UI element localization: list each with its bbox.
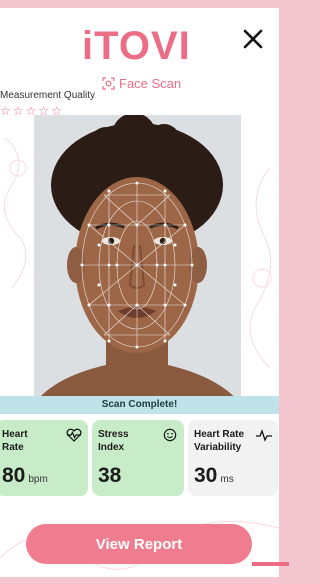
subtitle-text: Face Scan bbox=[119, 76, 182, 91]
metric-value: 38 bbox=[98, 464, 121, 488]
itovi-logo: iTOVI bbox=[82, 24, 191, 68]
metric-label-line2: Rate bbox=[2, 442, 24, 453]
metric-number: 30 bbox=[194, 464, 218, 487]
face-scan-icon bbox=[102, 77, 115, 90]
metric-unit: bpm bbox=[28, 474, 48, 485]
metric-value: 80 bpm bbox=[2, 464, 48, 488]
header: iTOVI Face Scan bbox=[0, 18, 279, 98]
metric-number: 80 bbox=[2, 464, 26, 487]
face-scan-subtitle: Face Scan bbox=[102, 76, 181, 91]
star-icon: ☆ bbox=[0, 104, 11, 118]
measurement-quality-label: Measurement Quality bbox=[0, 90, 96, 101]
metric-value: 30 ms bbox=[194, 464, 234, 488]
smiley-icon bbox=[163, 428, 177, 442]
heartbeat-icon bbox=[66, 428, 82, 442]
metric-unit: ms bbox=[220, 474, 234, 485]
decorative-pattern bbox=[249, 167, 272, 369]
view-report-button[interactable]: View Report bbox=[26, 524, 252, 564]
face-scan-image bbox=[34, 115, 241, 404]
close-icon bbox=[243, 29, 263, 49]
scan-status-banner: Scan Complete! bbox=[0, 396, 279, 414]
stress-index-card[interactable]: Stress Index 38 bbox=[92, 420, 184, 496]
hrv-card[interactable]: Heart Rate Variability 30 ms bbox=[188, 420, 278, 496]
metric-label-line2: Variability bbox=[194, 442, 242, 453]
metric-number: 38 bbox=[98, 464, 122, 487]
decorative-accent-bar bbox=[252, 562, 289, 566]
face-illustration bbox=[34, 115, 241, 404]
metric-label-line2: Index bbox=[98, 442, 125, 453]
close-button[interactable] bbox=[240, 26, 266, 52]
pulse-icon bbox=[256, 429, 272, 442]
app-screen: iTOVI Face Scan Measurement Quality ☆ ☆ … bbox=[0, 8, 279, 577]
heart-rate-card[interactable]: Heart Rate 80 bpm bbox=[0, 420, 88, 496]
star-icon: ☆ bbox=[12, 104, 24, 118]
